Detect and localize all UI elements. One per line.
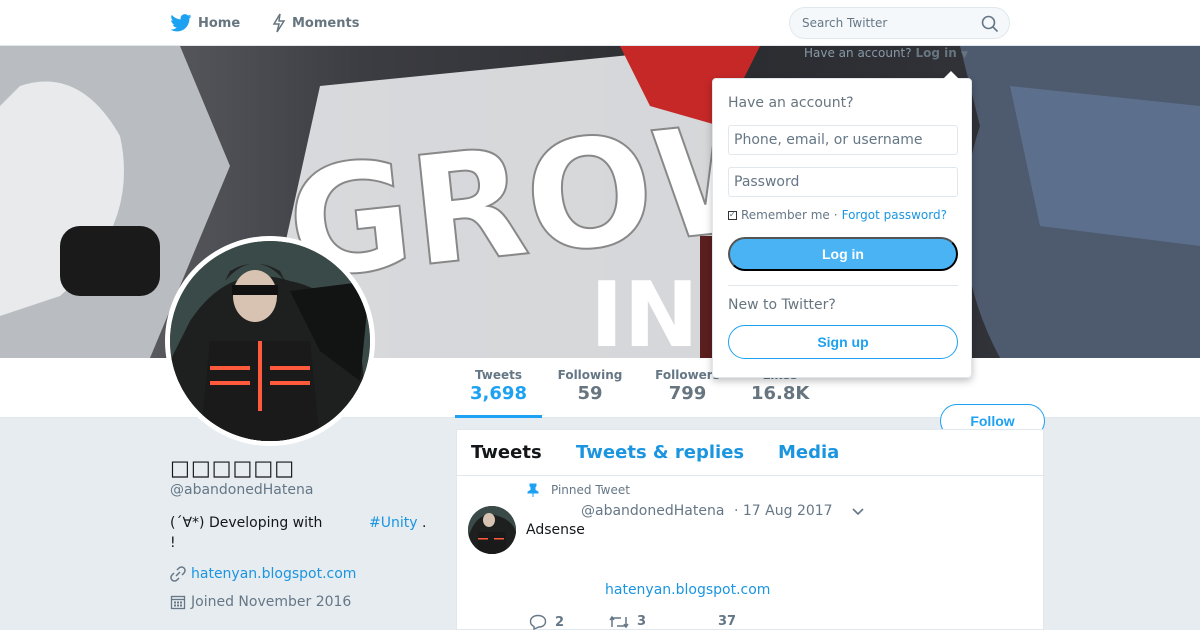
password-field[interactable]: Password [728, 167, 958, 197]
bio-text: (´∀*) Developing with [170, 515, 323, 531]
like-action[interactable]: 37 [718, 614, 736, 629]
tab-media[interactable]: Media [778, 442, 839, 463]
tab-tweets-replies[interactable]: Tweets & replies [576, 442, 744, 463]
remember-me-checkbox[interactable]: ✓ [728, 210, 737, 220]
avatar[interactable] [165, 236, 375, 446]
calendar-icon [170, 595, 186, 610]
profile-handle[interactable]: @abandonedHatena [170, 482, 313, 498]
username-field[interactable]: Phone, email, or username [728, 125, 958, 155]
svg-text:IN: IN [590, 263, 699, 358]
reply-action[interactable]: 2 [529, 614, 564, 630]
bio-exclamation: ! [170, 535, 176, 551]
tab-tweets[interactable]: Tweets [471, 442, 542, 463]
stat-tweets-label: Tweets [474, 368, 523, 382]
profile-joined: Joined November 2016 [170, 594, 351, 610]
retweet-action[interactable]: 3 [609, 614, 646, 629]
new-to-twitter-text: New to Twitter? [728, 297, 836, 313]
forgot-password-link[interactable]: Forgot password? [842, 208, 947, 222]
retweet-count: 3 [637, 614, 647, 629]
retweet-icon [609, 615, 629, 628]
pinned-tweet-label: Pinned Tweet [527, 483, 630, 497]
login-prompt-text: Have an account? [804, 46, 912, 60]
remember-me-label[interactable]: Remember me [741, 208, 830, 222]
like-count: 37 [718, 614, 737, 629]
nav-moments-label: Moments [292, 15, 360, 31]
twitter-bird-icon [170, 14, 192, 32]
timeline: Tweets Tweets & replies Media Pinned Twe… [456, 429, 1044, 630]
stat-following-label: Following [557, 368, 623, 382]
timeline-tabs: Tweets Tweets & replies Media [457, 430, 1043, 476]
tweet-avatar[interactable] [468, 506, 516, 554]
tweet-link[interactable]: hatenyan.blogspot.com [605, 582, 770, 598]
stat-tweets[interactable]: Tweets 3,698 [455, 368, 542, 418]
bio-dot: . [422, 515, 427, 531]
stat-likes-value: 16.8K [751, 383, 810, 404]
pinned-text: Pinned Tweet [551, 483, 630, 497]
link-icon [170, 566, 186, 582]
nav-home[interactable]: Home [170, 0, 240, 46]
login-toggle-link[interactable]: Log in ▼ [915, 46, 967, 60]
website-link[interactable]: hatenyan.blogspot.com [191, 566, 356, 582]
login-dropdown: Have an account? Phone, email, or userna… [712, 71, 972, 378]
profile-website: hatenyan.blogspot.com [170, 566, 356, 582]
reply-count: 2 [555, 614, 565, 630]
divider [728, 285, 958, 286]
joined-date: Joined November 2016 [191, 594, 352, 610]
tweet-date[interactable]: · 17 Aug 2017 [734, 503, 833, 519]
stat-followers-label: Followers [655, 368, 720, 382]
lightning-icon [272, 13, 286, 33]
bio-hashtag-link[interactable]: #Unity [369, 513, 418, 533]
stat-following[interactable]: Following 59 [557, 368, 623, 404]
separator-dot: · [833, 208, 838, 222]
tweet-handle[interactable]: @abandonedHatena [581, 503, 724, 519]
search-input[interactable]: Search Twitter [789, 7, 1010, 39]
nav-home-label: Home [198, 15, 241, 31]
stat-following-value: 59 [577, 383, 603, 404]
avatar-image [170, 241, 370, 441]
tweet-text: Adsense [526, 522, 585, 538]
caret-down-icon: ▼ [960, 50, 968, 60]
dropdown-title: Have an account? [728, 95, 854, 111]
search-icon[interactable] [981, 15, 999, 33]
profile-bio: (´∀*) Developing with #Unity . ! [170, 513, 440, 551]
reply-icon [529, 614, 547, 630]
login-prompt: Have an account? Log in ▼ [804, 46, 968, 60]
login-button[interactable]: Log in [728, 237, 958, 271]
search-placeholder: Search Twitter [802, 16, 888, 30]
pin-icon [527, 483, 539, 497]
top-navigation-bar: Home Moments Search Twitter [0, 0, 1200, 46]
stat-tweets-value: 3,698 [470, 383, 527, 404]
remember-row: ✓ Remember me · Forgot password? [728, 208, 947, 222]
stat-followers-value: 799 [668, 383, 707, 404]
chevron-down-icon[interactable] [851, 507, 865, 517]
profile-name: □□□□□□ [170, 456, 296, 480]
stat-followers[interactable]: Followers 799 [654, 368, 721, 404]
nav-moments[interactable]: Moments [272, 0, 359, 46]
signup-button[interactable]: Sign up [728, 325, 958, 359]
